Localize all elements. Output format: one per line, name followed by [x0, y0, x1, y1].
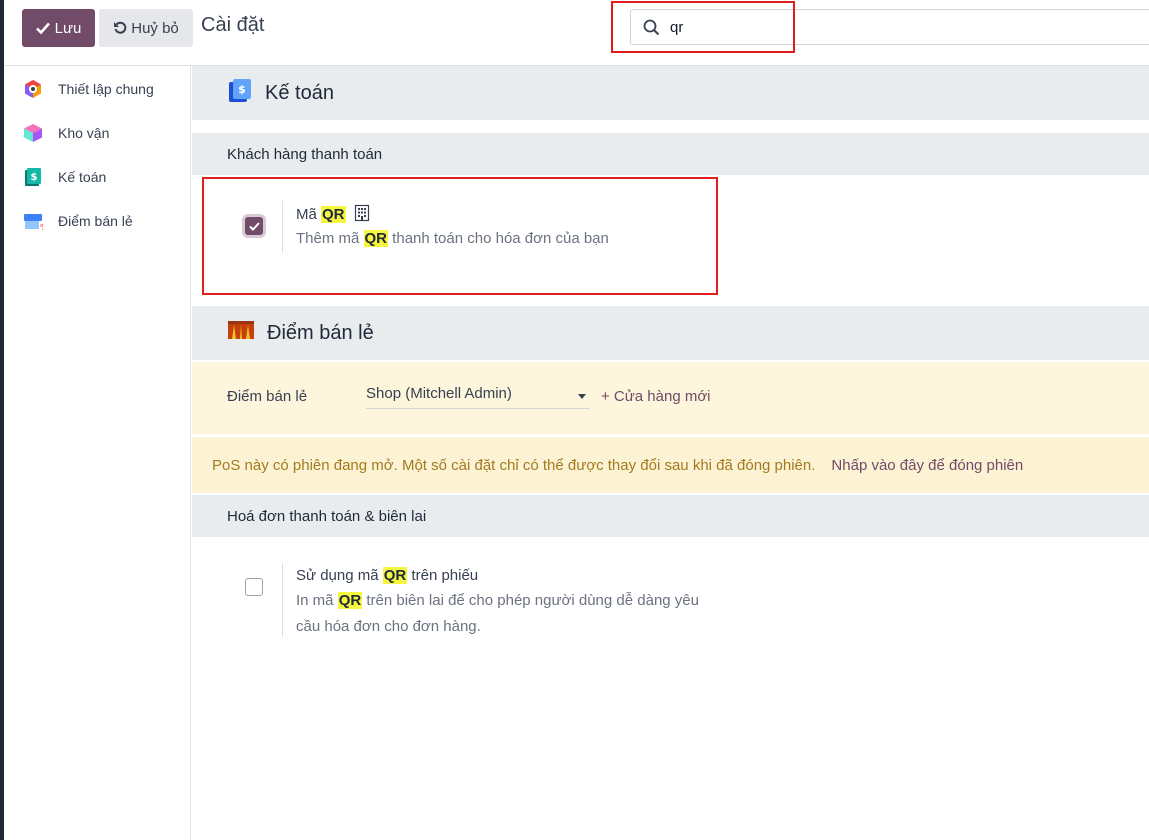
section-title: Hoá đơn thanh toán & biên lai [227, 507, 427, 525]
pos-select[interactable]: Shop (Mitchell Admin) [366, 381, 590, 409]
description-line: cầu hóa đơn cho đơn hàng. [296, 618, 481, 635]
close-session-link[interactable]: Nhấp vào đây để đóng phiên [831, 457, 1023, 474]
pos-header-title: Điểm bán lẻ [267, 321, 374, 344]
undo-icon [114, 21, 127, 34]
description-line: In mã QR trên biên lai để cho phép người… [296, 592, 699, 609]
inventory-icon [22, 122, 44, 144]
new-shop-button[interactable]: + Cửa hàng mới [601, 388, 711, 405]
accounting-header-title: Kế toán [265, 81, 334, 104]
sidebar-item-general-settings[interactable]: Thiết lập chung [22, 78, 154, 100]
notice-text: PoS này có phiên đang mở. Một số cài đặt… [212, 456, 816, 474]
sidebar-item-label: Thiết lập chung [58, 81, 154, 97]
cancel-button[interactable]: Huỷ bỏ [99, 9, 193, 47]
sidebar-item-inventory[interactable]: Kho vận [22, 122, 109, 144]
sidebar-item-accounting[interactable]: $ Kế toán [22, 166, 106, 188]
point-of-sale-icon [227, 319, 255, 347]
control-panel: Lưu Huỷ bỏ Cài đặt [4, 0, 1149, 66]
save-button[interactable]: Lưu [22, 9, 95, 47]
accounting-icon: $ [227, 77, 253, 109]
sidebar-item-label: Kho vận [58, 125, 110, 141]
sidebar-item-point-of-sale[interactable]: % Điểm bán lẻ [22, 210, 133, 232]
svg-text:$: $ [238, 83, 246, 96]
qr-receipt-checkbox[interactable] [245, 578, 263, 596]
pos-label: Điểm bán lẻ [227, 388, 308, 405]
accounting-icon: $ [22, 166, 44, 188]
svg-text:%: % [40, 223, 43, 231]
point-of-sale-icon: % [22, 210, 44, 232]
sidebar-item-label: Kế toán [58, 169, 107, 185]
settings-sidebar: Thiết lập chung Kho vận $ Kế toán % Điểm… [4, 66, 191, 840]
pos-selector-row: Điểm bán lẻ Shop (Mitchell Admin) + Cửa … [192, 362, 1149, 434]
svg-text:$: $ [31, 172, 38, 183]
search-match: QR [337, 592, 363, 609]
qr-receipt-setting: Sử dụng mã QR trên phiếu In mã QR trên b… [192, 539, 1149, 659]
section-title: Khách hàng thanh toán [227, 145, 383, 163]
setting-highlight-box [202, 177, 718, 295]
caret-down-icon [578, 394, 586, 399]
search-highlight-box [611, 1, 795, 53]
page-title: Cài đặt [201, 14, 265, 36]
general-settings-icon [22, 78, 44, 100]
save-label: Lưu [54, 19, 82, 37]
qr-receipt-setting-description: In mã QR trên biên lai để cho phép người… [296, 588, 699, 640]
sidebar-item-label: Điểm bán lẻ [58, 213, 133, 229]
open-session-notice: PoS này có phiên đang mở. Một số cài đặt… [192, 437, 1149, 493]
pos-selected-value: Shop (Mitchell Admin) [366, 385, 512, 402]
pos-app-header: Điểm bán lẻ [192, 306, 1149, 360]
accounting-app-header: $ Kế toán [192, 66, 1149, 120]
check-icon [35, 22, 50, 34]
setting-divider [282, 563, 283, 637]
customer-payments-section: Khách hàng thanh toán [192, 133, 1149, 175]
cancel-label: Huỷ bỏ [131, 19, 179, 37]
search-match: QR [382, 567, 408, 584]
invoices-receipts-section: Hoá đơn thanh toán & biên lai [192, 495, 1149, 537]
qr-receipt-setting-title: Sử dụng mã QR trên phiếu [296, 567, 479, 584]
